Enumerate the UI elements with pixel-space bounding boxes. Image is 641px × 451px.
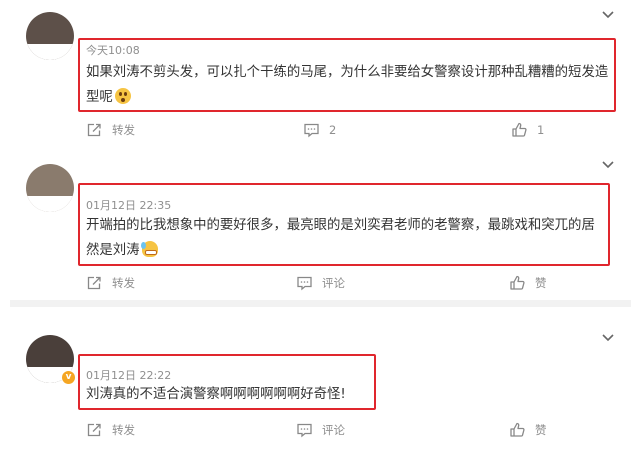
- like-icon: [510, 422, 525, 437]
- sweat-emoji-icon: [140, 241, 158, 257]
- like-count: 1: [537, 123, 545, 137]
- comment-button[interactable]: 评论: [296, 273, 345, 293]
- comment-highlight-box: 01月12日 22:35 开端拍的比我想象中的要好很多，最亮眼的是刘奕君老师的老…: [78, 183, 610, 266]
- repost-icon: [87, 276, 101, 290]
- like-button[interactable]: 1: [511, 120, 544, 140]
- comment-text-body: 如果刘涛不剪头发，可以扎个干练的马尾，为什么非要给女警察设计那种乱糟糟的短发造型…: [86, 65, 609, 105]
- repost-label: 转发: [112, 423, 135, 437]
- post-1: 今天10:08 如果刘涛不剪头发，可以扎个干练的马尾，为什么非要给女警察设计那种…: [0, 0, 641, 150]
- comment-icon: [304, 123, 319, 138]
- comment-highlight-box: 今天10:08 如果刘涛不剪头发，可以扎个干练的马尾，为什么非要给女警察设计那种…: [78, 38, 616, 112]
- comment-text: 开端拍的比我想象中的要好很多，最亮眼的是刘奕君老师的老警察，最跳戏和突兀的居然是…: [86, 213, 604, 263]
- comment-button[interactable]: 2: [303, 120, 336, 140]
- surprise-emoji-icon: [114, 88, 131, 104]
- avatar[interactable]: [26, 12, 74, 60]
- repost-button[interactable]: 转发: [86, 120, 135, 140]
- avatar[interactable]: [26, 164, 74, 212]
- comment-text-body: 刘涛真的不适合演警察啊啊啊啊啊啊好奇怪!: [86, 387, 346, 402]
- repost-label: 转发: [112, 123, 135, 137]
- like-label: 赞: [535, 276, 547, 290]
- comment-text-body: 开端拍的比我想象中的要好很多，最亮眼的是刘奕君老师的老警察，最跳戏和突兀的居然是…: [86, 218, 595, 258]
- post-2: 01月12日 22:35 开端拍的比我想象中的要好很多，最亮眼的是刘奕君老师的老…: [0, 150, 641, 300]
- repost-icon: [87, 123, 101, 137]
- repost-button[interactable]: 转发: [86, 273, 135, 293]
- like-label: 赞: [535, 423, 547, 437]
- like-button[interactable]: 赞: [509, 420, 547, 440]
- like-button[interactable]: 赞: [509, 273, 547, 293]
- post-3: v 01月12日 22:22 刘涛真的不适合演警察啊啊啊啊啊啊好奇怪! 转发 评…: [0, 307, 641, 451]
- verified-badge-icon: v: [61, 370, 76, 385]
- comment-icon: [297, 276, 312, 291]
- repost-label: 转发: [112, 276, 135, 290]
- chevron-down-icon[interactable]: [600, 8, 616, 22]
- comment-timestamp: 01月12日 22:22: [86, 369, 172, 382]
- comment-timestamp: 今天10:08: [86, 44, 140, 57]
- comment-button[interactable]: 评论: [296, 420, 345, 440]
- comment-label: 评论: [322, 423, 345, 437]
- repost-icon: [87, 423, 101, 437]
- like-icon: [512, 122, 527, 137]
- comment-text: 刘涛真的不适合演警察啊啊啊啊啊啊好奇怪!: [86, 382, 370, 407]
- comment-count: 2: [329, 123, 337, 137]
- comment-highlight-box: 01月12日 22:22 刘涛真的不适合演警察啊啊啊啊啊啊好奇怪!: [78, 354, 376, 410]
- comment-timestamp: 01月12日 22:35: [86, 199, 172, 212]
- repost-button[interactable]: 转发: [86, 420, 135, 440]
- like-icon: [510, 275, 525, 290]
- comment-icon: [297, 423, 312, 438]
- section-separator: [10, 300, 631, 307]
- chevron-down-icon[interactable]: [600, 331, 616, 345]
- comment-text: 如果刘涛不剪头发，可以扎个干练的马尾，为什么非要给女警察设计那种乱糟糟的短发造型…: [86, 60, 610, 110]
- comment-label: 评论: [322, 276, 345, 290]
- chevron-down-icon[interactable]: [600, 158, 616, 172]
